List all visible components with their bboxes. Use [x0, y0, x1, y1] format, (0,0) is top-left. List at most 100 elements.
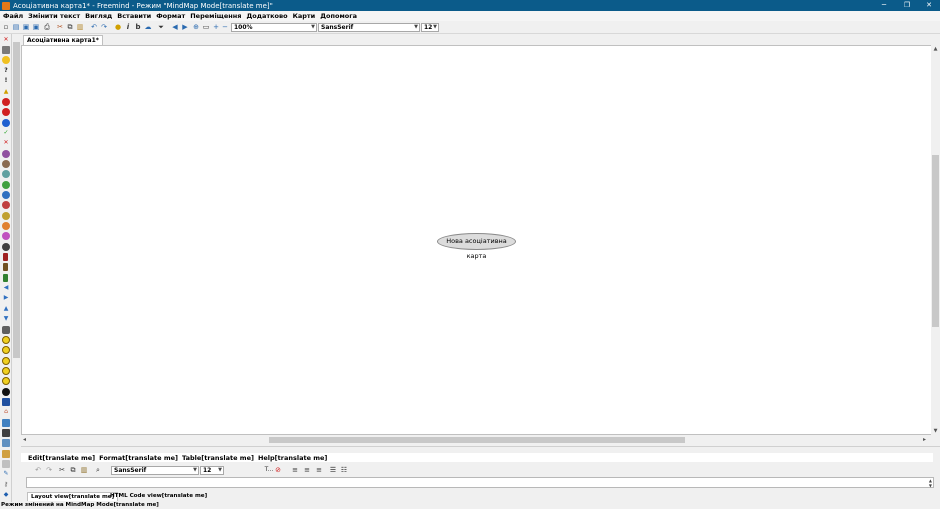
new-map-icon[interactable]: ▫	[2, 23, 10, 31]
cancel-icon[interactable]: ✕	[2, 139, 10, 147]
menu-tools[interactable]: Додатково	[246, 12, 287, 20]
copy-icon[interactable]: ⧉	[66, 23, 74, 31]
priority-1-icon[interactable]	[2, 150, 10, 158]
align-right-icon[interactable]: ≡	[315, 466, 323, 474]
mail-icon[interactable]	[2, 439, 10, 447]
close-button[interactable]: ✕	[918, 0, 940, 11]
menu-insert[interactable]: Вставити	[117, 12, 151, 20]
desktop-icon[interactable]	[2, 419, 10, 427]
menu-maps[interactable]: Карти	[293, 12, 316, 20]
editor-find-icon[interactable]: ⌕	[94, 466, 102, 474]
penguin-icon[interactable]: ◆	[2, 491, 10, 499]
smiley-angry-icon[interactable]	[2, 377, 10, 385]
font-family-select[interactable]: SansSerif ▼	[318, 23, 420, 32]
cloud-icon[interactable]: ☁	[144, 23, 152, 31]
zoom-in-icon[interactable]: ⊕	[192, 23, 200, 31]
flag-red-icon[interactable]	[3, 253, 8, 261]
tab-map-1[interactable]: Асоціативна карта1*	[23, 35, 103, 45]
menu-edit-text[interactable]: Змінити текст	[28, 12, 80, 20]
group-icon[interactable]	[2, 398, 10, 406]
smiley-oh-no-icon[interactable]	[2, 367, 10, 375]
bullet-list-icon[interactable]: ☰	[329, 466, 337, 474]
root-node[interactable]: Нова асоціативна карта	[437, 233, 516, 260]
clear-format-icon[interactable]: ⊘	[274, 466, 282, 474]
priority-0-icon[interactable]	[2, 243, 10, 251]
canvas-vertical-scrollbar[interactable]: ▲ ▼	[931, 45, 940, 436]
menu-file[interactable]: Файл	[3, 12, 23, 20]
editor-menu-format[interactable]: Format[translate me]	[99, 454, 178, 462]
priority-3-icon[interactable]	[2, 170, 10, 178]
align-left-icon[interactable]: ≡	[291, 466, 299, 474]
undo-icon[interactable]: ↶	[90, 23, 98, 31]
save-icon[interactable]: ▣	[22, 23, 30, 31]
sidebar-scroll-thumb[interactable]	[13, 42, 20, 358]
idea-bulb-icon[interactable]: ●	[114, 23, 122, 31]
calendar-icon[interactable]	[2, 429, 10, 437]
back-arrow-icon[interactable]: ◀	[2, 284, 10, 292]
canvas-vscroll-thumb[interactable]	[932, 155, 939, 327]
trash-icon[interactable]	[2, 46, 10, 54]
priority-4-icon[interactable]	[2, 181, 10, 189]
zoom-plus-icon[interactable]: +	[212, 23, 220, 31]
warning-icon[interactable]: ▲	[2, 88, 10, 96]
scroll-up-icon[interactable]: ▲	[931, 46, 940, 52]
editor-cut-icon[interactable]: ✂	[58, 466, 66, 474]
pen-icon[interactable]: ✎	[2, 470, 10, 478]
key-icon[interactable]: ⚷	[2, 481, 10, 489]
smiley-laughing-icon[interactable]	[2, 336, 10, 344]
no-entry-icon[interactable]	[2, 108, 10, 116]
info-icon[interactable]	[2, 119, 10, 127]
editor-redo-icon[interactable]: ↷	[45, 466, 53, 474]
redo-icon[interactable]: ↷	[100, 23, 108, 31]
editor-size-select[interactable]: 12 ▼	[200, 466, 224, 475]
numbered-list-icon[interactable]: ☷	[340, 466, 348, 474]
home-icon[interactable]: ⌂	[2, 408, 10, 416]
question-icon[interactable]: ?	[2, 67, 10, 75]
remove-icon-icon[interactable]: ✕	[2, 36, 10, 44]
menu-format[interactable]: Формат	[156, 12, 185, 20]
cut-icon[interactable]: ✂	[56, 23, 64, 31]
editor-menu-table[interactable]: Table[translate me]	[182, 454, 254, 462]
italic-icon[interactable]: i	[124, 23, 132, 31]
smiley-happy-icon[interactable]	[2, 346, 10, 354]
folder-icon[interactable]	[2, 450, 10, 458]
check-icon[interactable]: ✓	[2, 129, 10, 137]
editor-copy-icon[interactable]: ⧉	[69, 466, 77, 474]
sidebar-scrollbar[interactable]	[12, 34, 21, 502]
smiley-neutral-icon[interactable]	[2, 357, 10, 365]
open-icon[interactable]: ▤	[12, 23, 20, 31]
note-text-area[interactable]: ▲ ▼	[26, 477, 934, 488]
canvas-horizontal-scrollbar[interactable]: ◂ ▸	[21, 436, 931, 444]
scroll-left-icon[interactable]: ◂	[23, 436, 26, 444]
priority-6-icon[interactable]	[2, 201, 10, 209]
zoom-select[interactable]: 100% ▼	[231, 23, 317, 32]
print-icon[interactable]: ⎙	[43, 23, 51, 31]
flag-brown-icon[interactable]	[3, 263, 8, 271]
menu-view[interactable]: Вигляд	[85, 12, 112, 20]
zoom-minus-icon[interactable]: −	[221, 23, 229, 31]
editor-font-select[interactable]: SansSerif ▼	[111, 466, 199, 475]
stop-icon[interactable]	[2, 98, 10, 106]
forward-icon[interactable]: ▶	[181, 23, 189, 31]
priority-2-icon[interactable]	[2, 160, 10, 168]
editor-menu-edit[interactable]: Edit[translate me]	[28, 454, 95, 462]
editor-undo-icon[interactable]: ↶	[34, 466, 42, 474]
editor-paste-icon[interactable]: ▥	[80, 466, 88, 474]
text-area-spinner-icon[interactable]: ▲ ▼	[929, 478, 932, 488]
priority-7-icon[interactable]	[2, 212, 10, 220]
minimize-button[interactable]: ─	[873, 0, 895, 11]
bomb-icon[interactable]	[2, 388, 10, 396]
paste-icon[interactable]: ▥	[76, 23, 84, 31]
bold-icon[interactable]: b	[134, 23, 142, 31]
scroll-right-icon[interactable]: ▸	[923, 436, 926, 444]
zoom-fit-icon[interactable]: ▭	[202, 23, 210, 31]
align-center-icon[interactable]: ≡	[303, 466, 311, 474]
priority-5-icon[interactable]	[2, 191, 10, 199]
filter-icon[interactable]: ⏷	[157, 23, 165, 31]
priority-8-icon[interactable]	[2, 222, 10, 230]
clipboard-icon[interactable]	[2, 460, 10, 468]
idea-icon[interactable]	[2, 56, 10, 64]
save-as-icon[interactable]: ▣	[32, 23, 40, 31]
back-icon[interactable]: ◀	[171, 23, 179, 31]
up-arrow-icon[interactable]: ▲	[2, 305, 10, 313]
